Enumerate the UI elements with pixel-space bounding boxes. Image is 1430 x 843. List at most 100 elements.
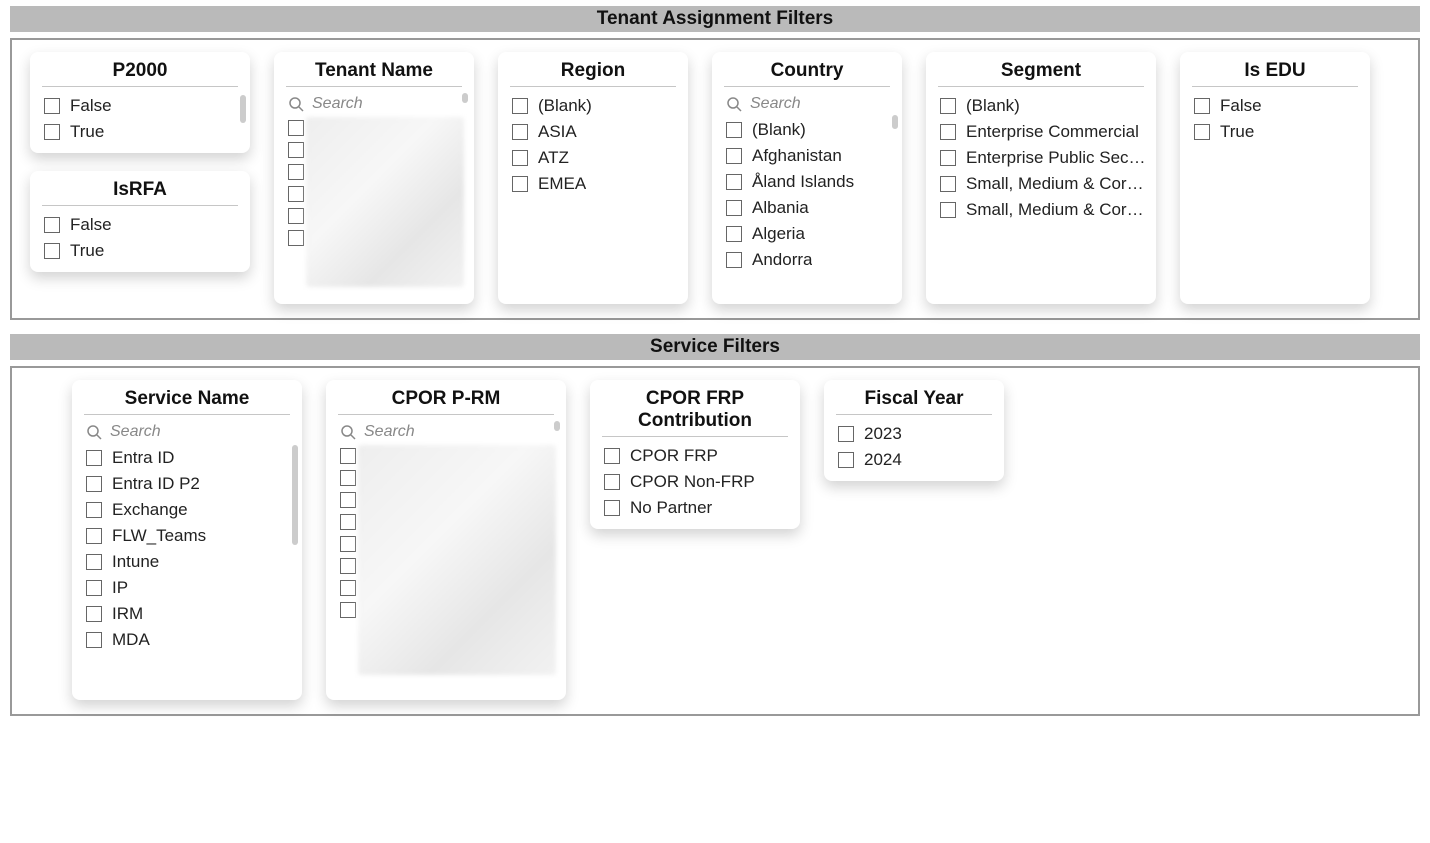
checkbox[interactable] (726, 252, 742, 268)
slicer-item[interactable]: CPOR Non-FRP (604, 469, 792, 495)
checkbox[interactable] (288, 142, 304, 158)
slicer-item[interactable]: 2023 (838, 421, 996, 447)
slicer-title: Service Name (72, 386, 302, 414)
checkbox[interactable] (288, 208, 304, 224)
checkbox[interactable] (340, 558, 356, 574)
checkbox[interactable] (340, 492, 356, 508)
slicer-item[interactable]: True (44, 119, 242, 145)
slicer-item[interactable]: Exchange (86, 497, 294, 523)
checkbox[interactable] (838, 426, 854, 442)
slicer-item[interactable]: Small, Medium & Corp... (940, 171, 1148, 197)
checkbox[interactable] (44, 124, 60, 140)
checkbox[interactable] (288, 120, 304, 136)
checkbox[interactable] (940, 124, 956, 140)
slicer-title: IsRFA (30, 177, 250, 205)
slicer-item[interactable]: Intune (86, 549, 294, 575)
slicer-item[interactable]: ATZ (512, 145, 680, 171)
slicer-item[interactable]: 2024 (838, 447, 996, 473)
checkbox[interactable] (726, 200, 742, 216)
slicer-item[interactable]: (Blank) (726, 117, 894, 143)
search-row[interactable]: Search (72, 421, 302, 445)
slicer-item[interactable]: IRM (86, 601, 294, 627)
checkbox[interactable] (340, 470, 356, 486)
slicer-item[interactable]: Andorra (726, 247, 894, 273)
checkbox[interactable] (604, 448, 620, 464)
search-placeholder: Search (110, 423, 161, 441)
checkbox[interactable] (44, 217, 60, 233)
checkbox[interactable] (838, 452, 854, 468)
checkbox[interactable] (604, 474, 620, 490)
slicer-item[interactable]: Enterprise Public Sector (940, 145, 1148, 171)
checkbox[interactable] (340, 448, 356, 464)
checkbox[interactable] (512, 124, 528, 140)
checkbox[interactable] (726, 148, 742, 164)
checkbox[interactable] (86, 502, 102, 518)
divider (510, 86, 676, 87)
slicer-item[interactable]: False (44, 93, 242, 119)
checkbox[interactable] (512, 176, 528, 192)
slicer-item[interactable]: Afghanistan (726, 143, 894, 169)
slicer-item[interactable]: CPOR FRP (604, 443, 792, 469)
checkbox[interactable] (726, 226, 742, 242)
slicer-item[interactable]: ASIA (512, 119, 680, 145)
checkbox[interactable] (1194, 98, 1210, 114)
checkbox[interactable] (288, 230, 304, 246)
checkbox[interactable] (44, 98, 60, 114)
divider (724, 86, 890, 87)
redacted-content (306, 117, 464, 287)
slicer-item[interactable]: Entra ID (86, 445, 294, 471)
checkbox[interactable] (512, 150, 528, 166)
slicer-item[interactable]: True (44, 238, 242, 264)
scrollbar[interactable] (462, 93, 468, 103)
checkbox[interactable] (86, 580, 102, 596)
checkbox[interactable] (940, 150, 956, 166)
slicer-item[interactable]: No Partner (604, 495, 792, 521)
slicer-item[interactable]: Åland Islands (726, 169, 894, 195)
checkbox[interactable] (288, 186, 304, 202)
checkbox[interactable] (86, 632, 102, 648)
checkbox[interactable] (288, 164, 304, 180)
checkbox[interactable] (1194, 124, 1210, 140)
slicer-item[interactable]: Entra ID P2 (86, 471, 294, 497)
checkbox[interactable] (340, 580, 356, 596)
checkbox[interactable] (340, 602, 356, 618)
slicer-item[interactable]: False (44, 212, 242, 238)
scrollbar[interactable] (892, 115, 898, 129)
scrollbar[interactable] (292, 445, 298, 545)
slicer-item[interactable]: Albania (726, 195, 894, 221)
checkbox[interactable] (86, 476, 102, 492)
checkbox[interactable] (726, 174, 742, 190)
checkbox[interactable] (340, 536, 356, 552)
checkbox[interactable] (726, 122, 742, 138)
checkbox[interactable] (940, 202, 956, 218)
slicer-item[interactable]: False (1194, 93, 1362, 119)
checkbox[interactable] (940, 98, 956, 114)
search-row[interactable]: Search (274, 93, 474, 117)
scrollbar[interactable] (554, 421, 560, 431)
slicer-item[interactable]: Enterprise Commercial (940, 119, 1148, 145)
checkbox[interactable] (44, 243, 60, 259)
slicer-item[interactable]: IP (86, 575, 294, 601)
checkbox[interactable] (940, 176, 956, 192)
checkbox[interactable] (604, 500, 620, 516)
checkbox[interactable] (86, 554, 102, 570)
checkbox[interactable] (86, 528, 102, 544)
search-row[interactable]: Search (326, 421, 566, 445)
slicer-item[interactable]: MDA (86, 627, 294, 653)
slicer-p2000: P2000 False True (30, 52, 250, 153)
slicer-item[interactable]: (Blank) (512, 93, 680, 119)
slicer-item[interactable]: Algeria (726, 221, 894, 247)
checkbox[interactable] (340, 514, 356, 530)
slicer-item[interactable]: FLW_Teams (86, 523, 294, 549)
slicer-item[interactable]: (Blank) (940, 93, 1148, 119)
slicer-item[interactable]: EMEA (512, 171, 680, 197)
scrollbar[interactable] (240, 95, 246, 123)
checkbox[interactable] (512, 98, 528, 114)
checkbox[interactable] (86, 606, 102, 622)
divider (1192, 86, 1358, 87)
slicer-item[interactable]: True (1194, 119, 1362, 145)
slicer-tenant-name: Tenant Name Search (274, 52, 474, 304)
slicer-item[interactable]: Small, Medium & Corp... (940, 197, 1148, 223)
search-row[interactable]: Search (712, 93, 902, 117)
checkbox[interactable] (86, 450, 102, 466)
